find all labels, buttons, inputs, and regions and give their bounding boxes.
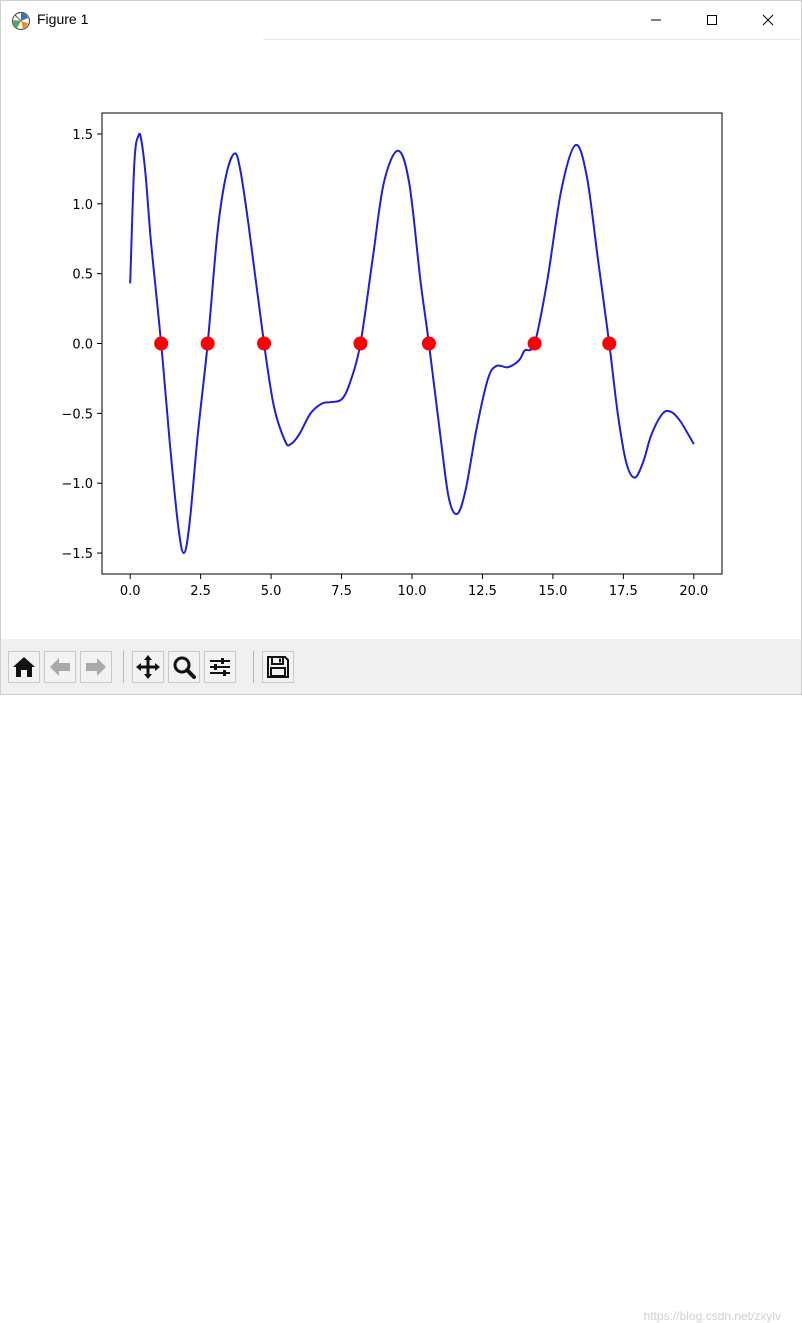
line-chart: 0.0 2.5 5.0 7.5 10.0 12.5 15.0 17.5 20.0 −1.5 −1.0… — [61, 112, 723, 599]
close-icon — [762, 14, 774, 26]
maximize-icon — [707, 15, 717, 25]
title-bar[interactable]: Figure 1 — [1, 1, 801, 39]
y-tick-label: 0.5 — [72, 268, 93, 283]
y-tick-label: −0.5 — [61, 407, 93, 422]
x-tick-label: 7.5 — [331, 584, 352, 599]
back-button[interactable] — [44, 651, 76, 683]
root-point — [200, 336, 215, 351]
root-point — [421, 336, 436, 351]
y-tick-label: −1.5 — [61, 547, 93, 562]
home-button[interactable] — [8, 651, 40, 683]
root-point — [353, 336, 368, 351]
navigation-toolbar: https://blog.csdn.net/zxylv — [1, 639, 801, 1323]
y-tick-label: 0.0 — [72, 338, 93, 353]
x-tick-label: 0.0 — [120, 584, 141, 599]
watermark-text: https://blog.csdn.net/zxylv — [643, 1309, 781, 1323]
x-tick-label: 17.5 — [609, 584, 638, 599]
forward-button[interactable] — [80, 651, 112, 683]
x-tick-label: 20.0 — [679, 584, 708, 599]
sliders-icon — [210, 658, 230, 676]
magnifier-icon — [173, 656, 196, 679]
y-tick-label: 1.5 — [72, 128, 93, 143]
toolbar-separator — [253, 651, 254, 683]
minimize-icon — [651, 19, 661, 21]
figure-canvas[interactable]: 0.0 2.5 5.0 7.5 10.0 12.5 15.0 17.5 20.0 −1.5 −1.0… — [1, 40, 801, 638]
zoom-button[interactable] — [168, 651, 200, 683]
x-tick-label: 12.5 — [468, 584, 497, 599]
figure-window: Figure 1 0.0 2.5 5.0 7.5 10.0 12.5 15.0 17.5 20.… — [0, 0, 802, 1323]
plot-frame — [101, 112, 723, 575]
x-tick-label: 10.0 — [398, 584, 427, 599]
matplotlib-logo-icon — [11, 11, 31, 31]
x-tick-label: 5.0 — [261, 584, 282, 599]
y-tick-label: −1.0 — [61, 477, 93, 492]
arrow-left-icon — [50, 658, 70, 676]
save-button[interactable] — [262, 651, 294, 683]
home-icon — [13, 657, 35, 677]
root-point — [527, 336, 542, 351]
root-point — [257, 336, 272, 351]
toolbar-separator — [123, 651, 124, 683]
window-title: Figure 1 — [37, 11, 89, 27]
y-tick-label: 1.0 — [72, 198, 93, 213]
configure-subplots-button[interactable] — [204, 651, 236, 683]
arrow-right-icon — [86, 658, 106, 676]
move-icon — [136, 655, 160, 679]
pan-button[interactable] — [132, 651, 164, 683]
x-tick-label: 2.5 — [190, 584, 211, 599]
x-tick-label: 15.0 — [538, 584, 567, 599]
root-point — [602, 336, 617, 351]
close-button[interactable] — [745, 1, 791, 39]
floppy-disk-icon — [267, 656, 289, 678]
maximize-button[interactable] — [689, 1, 735, 39]
minimize-button[interactable] — [633, 1, 679, 39]
root-point — [154, 336, 169, 351]
